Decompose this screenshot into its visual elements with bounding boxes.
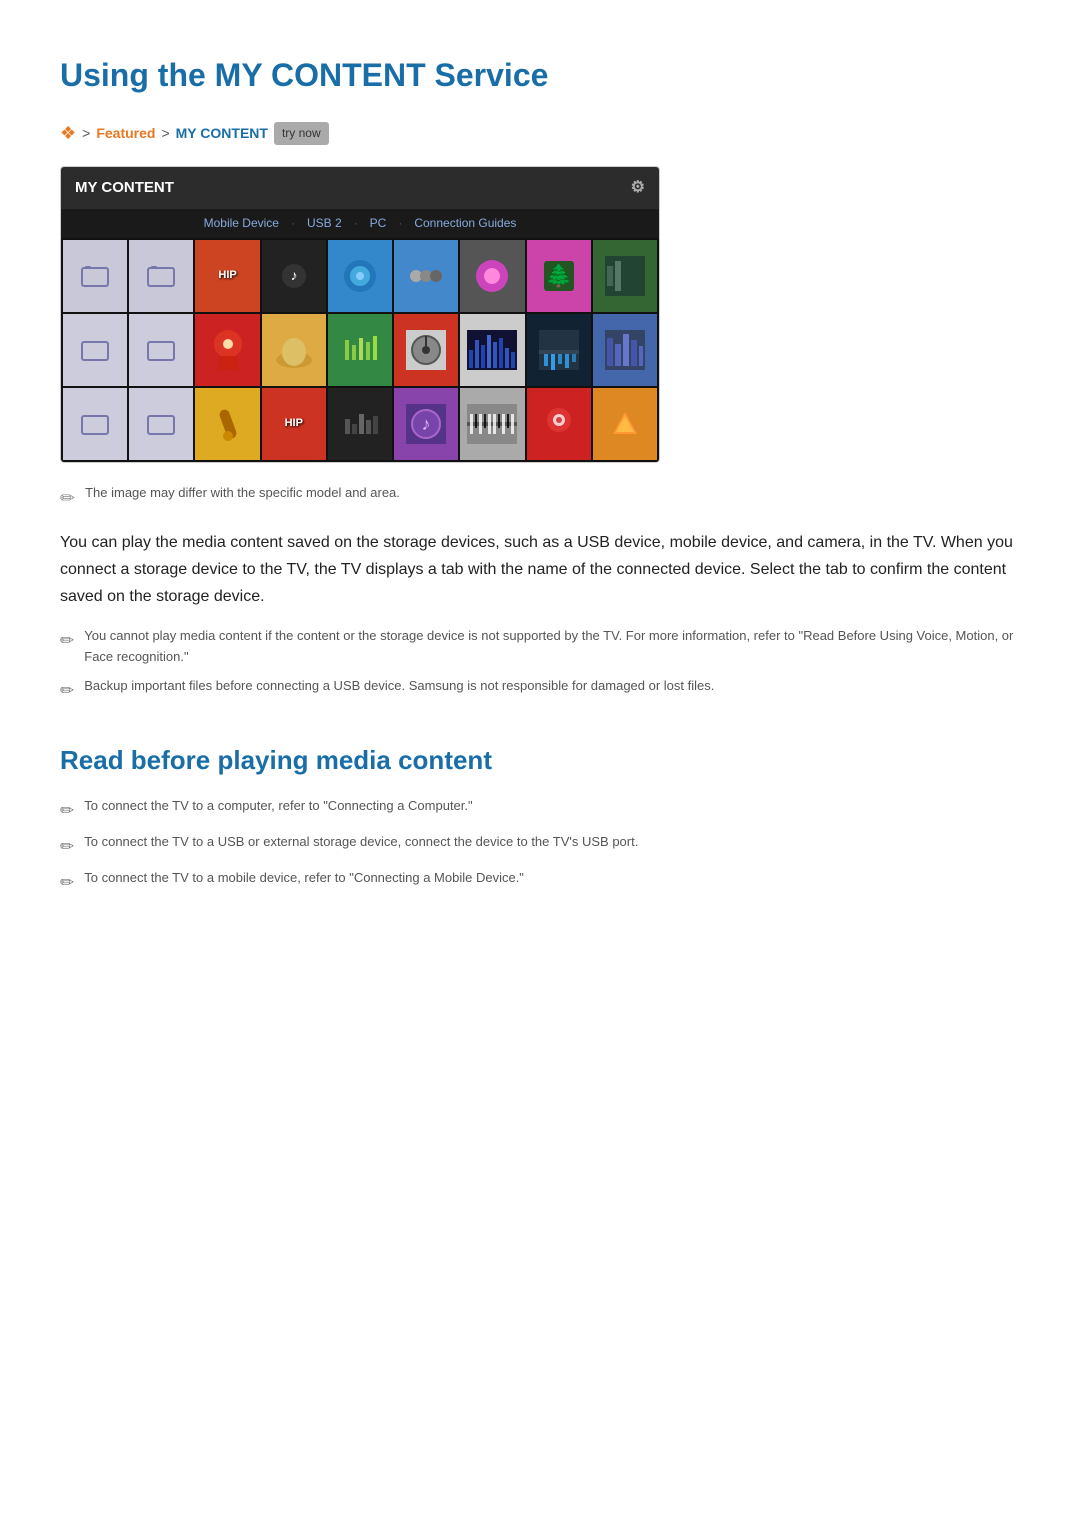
breadcrumb: ❖ > Featured > MY CONTENT try now	[60, 119, 1020, 148]
pencil-icon-b1	[60, 797, 74, 824]
mycontent-tabs-bar: Mobile Device · USB 2 · PC · Connection …	[61, 209, 659, 238]
breadcrumb-settings-icon: ❖	[60, 119, 76, 148]
grid-cell-1-2[interactable]	[129, 240, 193, 312]
breadcrumb-sep2: >	[161, 122, 169, 144]
grid-cell-1-1[interactable]	[63, 240, 127, 312]
gear-icon[interactable]: ⚙	[631, 175, 645, 201]
bullet-item-2: To connect the TV to a USB or external s…	[60, 832, 1020, 860]
grid-cell-3-8[interactable]	[527, 388, 591, 460]
pencil-icon-b2	[60, 833, 74, 860]
grid-cell-3-2[interactable]	[129, 388, 193, 460]
tab-mobile-device[interactable]: Mobile Device	[204, 214, 279, 233]
breadcrumb-sep1: >	[82, 122, 90, 144]
mycontent-panel-header: MY CONTENT ⚙	[61, 167, 659, 209]
grid-cell-3-9[interactable]	[593, 388, 657, 460]
tab-dot-2: ·	[354, 214, 358, 233]
grid-cell-3-6[interactable]: ♪	[394, 388, 458, 460]
mycontent-panel: MY CONTENT ⚙ Mobile Device · USB 2 · PC …	[60, 166, 660, 463]
mycontent-panel-title: MY CONTENT	[75, 176, 174, 200]
bullet-item-1: To connect the TV to a computer, refer t…	[60, 796, 1020, 824]
pencil-icon-note	[60, 484, 75, 513]
grid-cell-1-6[interactable]	[394, 240, 458, 312]
grid-cell-3-5[interactable]	[328, 388, 392, 460]
grid-cell-1-8[interactable]: 🌲	[527, 240, 591, 312]
breadcrumb-trynow-badge[interactable]: try now	[274, 122, 329, 145]
mycontent-media-grid: HIP ♪ 🌲	[61, 238, 659, 462]
grid-cell-1-9[interactable]	[593, 240, 657, 312]
grid-cell-2-6[interactable]	[394, 314, 458, 386]
svg-text:♪: ♪	[290, 267, 297, 283]
grid-cell-2-3[interactable]	[195, 314, 259, 386]
grid-cell-2-9[interactable]	[593, 314, 657, 386]
grid-cell-2-2[interactable]	[129, 314, 193, 386]
tab-connection-guides[interactable]: Connection Guides	[414, 214, 516, 233]
grid-cell-3-4[interactable]: HIP	[262, 388, 326, 460]
grid-cell-2-5[interactable]	[328, 314, 392, 386]
grid-cell-1-7[interactable]	[460, 240, 524, 312]
intro-paragraph: You can play the media content saved on …	[60, 529, 1020, 611]
tab-usb2[interactable]: USB 2	[307, 214, 342, 233]
breadcrumb-featured[interactable]: Featured	[96, 122, 155, 144]
grid-cell-1-4[interactable]: ♪	[262, 240, 326, 312]
note-item-1: You cannot play media content if the con…	[60, 626, 1020, 668]
pencil-icon-b3	[60, 869, 74, 896]
note-item-2: Backup important files before connecting…	[60, 676, 1020, 704]
grid-cell-3-1[interactable]	[63, 388, 127, 460]
tab-dot-1: ·	[291, 214, 295, 233]
pencil-icon-1	[60, 627, 74, 654]
grid-cell-3-7[interactable]	[460, 388, 524, 460]
svg-text:♪: ♪	[422, 414, 431, 434]
bullets-list: To connect the TV to a computer, refer t…	[60, 796, 1020, 897]
section2-title: Read before playing media content	[60, 740, 1020, 782]
grid-cell-1-3[interactable]: HIP	[195, 240, 259, 312]
bullet-item-3: To connect the TV to a mobile device, re…	[60, 868, 1020, 896]
grid-cell-2-7[interactable]	[460, 314, 524, 386]
breadcrumb-mycontent[interactable]: MY CONTENT	[176, 122, 268, 144]
notes-list: You cannot play media content if the con…	[60, 626, 1020, 704]
grid-cell-2-1[interactable]	[63, 314, 127, 386]
grid-cell-3-3[interactable]	[195, 388, 259, 460]
svg-text:🌲: 🌲	[545, 263, 572, 288]
image-note: The image may differ with the specific m…	[60, 483, 1020, 513]
page-title: Using the MY CONTENT Service	[60, 50, 1020, 101]
grid-cell-2-8[interactable]	[527, 314, 591, 386]
pencil-icon-2	[60, 677, 74, 704]
grid-cell-1-5[interactable]	[328, 240, 392, 312]
grid-cell-2-4[interactable]	[262, 314, 326, 386]
tab-dot-3: ·	[398, 214, 402, 233]
tab-pc[interactable]: PC	[370, 214, 387, 233]
